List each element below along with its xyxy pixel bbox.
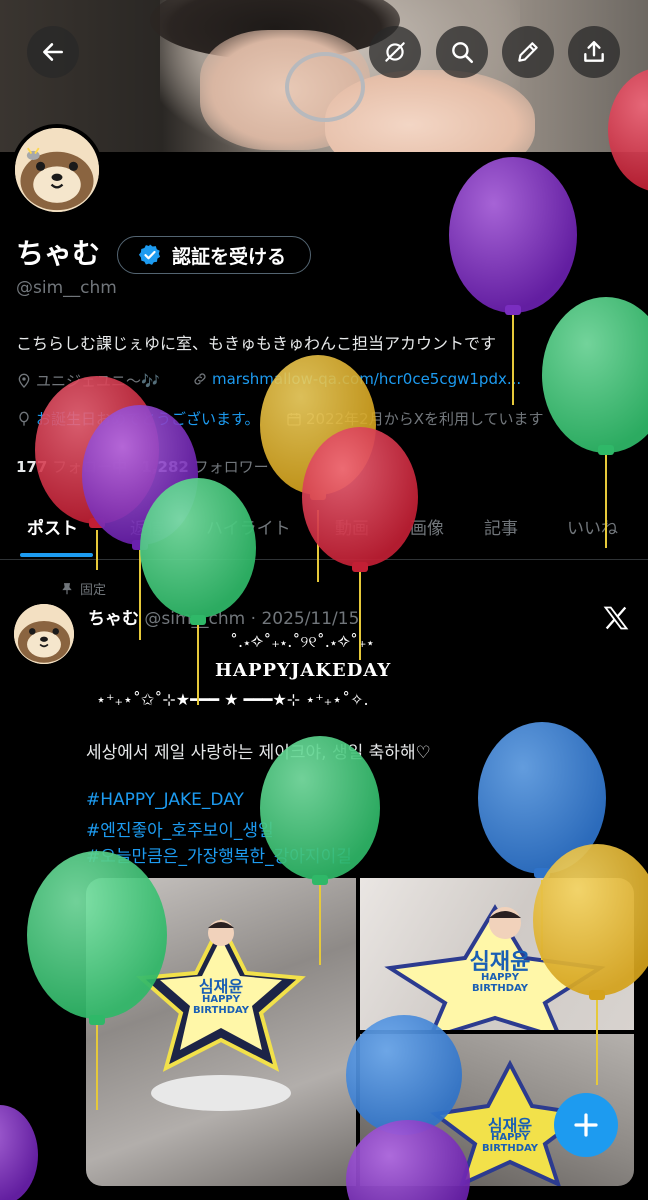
post-title: HAPPYJAKEDAY [215, 660, 392, 681]
post-photo-grid: 심재윤 HAPPY BIRTHDAY 심재윤 HAPPY BIRTHDAY 심재윤 … [86, 878, 634, 1186]
profile-handle: @sim__chm [16, 278, 117, 298]
following-label[interactable]: フォロー中 [52, 458, 127, 476]
profile-avatar[interactable] [11, 124, 103, 216]
search-button[interactable] [436, 26, 488, 78]
get-verified-label: 認証を受ける [172, 245, 287, 268]
post-author-name[interactable]: ちゃむ [88, 609, 139, 629]
post-header: ちゃむ @sim__chm · 2025/11/15 [88, 604, 359, 629]
arrow-left-icon [43, 43, 63, 61]
profile-banner[interactable] [0, 0, 648, 152]
balloon-purple-1 [449, 157, 577, 405]
follow-stats: 177 フォロー中 1,282 フォロワー [16, 456, 269, 477]
verified-badge-icon [138, 244, 161, 265]
post-handle-date: @sim__chm · 2025/11/15 [144, 609, 360, 629]
hashtag-3[interactable]: #오늘만큼은_가장행복한_강아지이길 [86, 842, 352, 867]
followers-label[interactable]: フォロワー [194, 458, 269, 476]
active-tab-indicator [20, 553, 93, 557]
share-button[interactable] [568, 26, 620, 78]
calendar-icon [287, 412, 301, 426]
pinned-indicator: 固定 [60, 579, 106, 598]
hashtag-2[interactable]: #엔진좋아_호주보이_생일 [86, 816, 274, 841]
profile-birthday: お誕生日おめでとうございます。 [16, 408, 260, 429]
hashtag-1[interactable]: #HAPPY_JAKE_DAY [86, 790, 244, 810]
cake-photo-1 [136, 918, 306, 1111]
birthday-text: お誕生日おめでとうございます。 [36, 410, 260, 428]
get-verified-button[interactable]: 認証を受ける [117, 236, 311, 274]
profile-name: ちゃむ [16, 237, 101, 270]
hide-button[interactable] [369, 26, 421, 78]
cake-happy-text-3: HAPPY [490, 1132, 529, 1143]
tab-videos[interactable]: 動画 [335, 514, 369, 539]
balloon-icon [19, 411, 29, 426]
cake-birthday-text-3: BIRTHDAY [481, 1143, 539, 1154]
post-text: 세상에서 제일 사랑하는 제이크야, 생일 축하해♡ [86, 743, 431, 763]
pencil-icon [518, 42, 538, 62]
otter-avatar-image [14, 604, 74, 664]
pinned-label: 固定 [80, 583, 107, 598]
x-logo-icon [603, 606, 629, 630]
post-photo-2[interactable]: 심재윤 HAPPY BIRTHDAY [360, 878, 634, 1030]
tab-images[interactable]: 画像 [410, 514, 444, 539]
balloon-purple-bottom-left [0, 1105, 38, 1200]
hide-icon [385, 42, 405, 62]
cake-birthday-text-2: BIRTHDAY [471, 983, 529, 994]
profile-bio: こちらしむ課じぇゆに室、もきゅもきゅわんこ担当アカウントです [16, 334, 497, 353]
post-photo-1[interactable]: 심재윤 HAPPY BIRTHDAY [86, 878, 356, 1186]
search-icon [452, 42, 474, 64]
link-icon [194, 373, 206, 385]
location-text: ユニジェユニ〜🎶 [36, 372, 160, 390]
share-icon [584, 41, 604, 62]
otter-avatar-image [15, 128, 99, 212]
tab-posts[interactable]: ポスト [27, 514, 78, 539]
back-button[interactable] [27, 26, 79, 78]
post-deco-top: ˚.⋆✧˚₊⋆.˚୨୧˚.⋆✧˚₊⋆ [230, 632, 375, 651]
cake-happy-text-2: HAPPY [480, 972, 519, 983]
profile-location: ユニジェユニ〜🎶 [16, 370, 160, 391]
tab-articles[interactable]: 記事 [484, 514, 518, 539]
cake-happy-3: HAPPY BIRTHDAY [472, 1132, 548, 1154]
following-count[interactable]: 177 [16, 458, 47, 476]
post-deco-bottom: ⋆⁺₊⋆˚✩˚⊹★━━━ ★ ━━━★⊹ ⋆⁺₊⋆˚✧. [96, 690, 369, 709]
link-text[interactable]: marshmallow-qa.com/hcr0ce5cgw1pdx... [212, 370, 521, 388]
followers-count[interactable]: 1,282 [141, 458, 188, 476]
cake-happy-text-1: HAPPY [201, 994, 240, 1005]
pin-icon [62, 582, 72, 594]
location-pin-icon [18, 373, 30, 388]
edit-button[interactable] [502, 26, 554, 78]
profile-joined: 2022年2月からXを利用しています [286, 408, 544, 429]
compose-post-button[interactable] [554, 1093, 618, 1157]
tab-replies[interactable]: 返信 [130, 514, 164, 539]
cake-birthday-text-1: BIRTHDAY [192, 1005, 250, 1016]
tab-highlights[interactable]: ハイライト [206, 514, 291, 539]
post-author-avatar[interactable] [14, 604, 74, 664]
tab-likes[interactable]: いいね [567, 514, 618, 539]
plus-icon [574, 1113, 598, 1137]
profile-link[interactable]: marshmallow-qa.com/hcr0ce5cgw1pdx... [192, 370, 521, 388]
cake-happy-2: HAPPY BIRTHDAY [450, 972, 550, 994]
joined-text: 2022年2月からXを利用しています [306, 410, 544, 428]
banner-ring [285, 52, 365, 122]
profile-tabs: ポスト 返信 ハイライト 動画 画像 記事 いいね [0, 500, 648, 560]
cake-happy-1: HAPPY BIRTHDAY [188, 994, 254, 1016]
